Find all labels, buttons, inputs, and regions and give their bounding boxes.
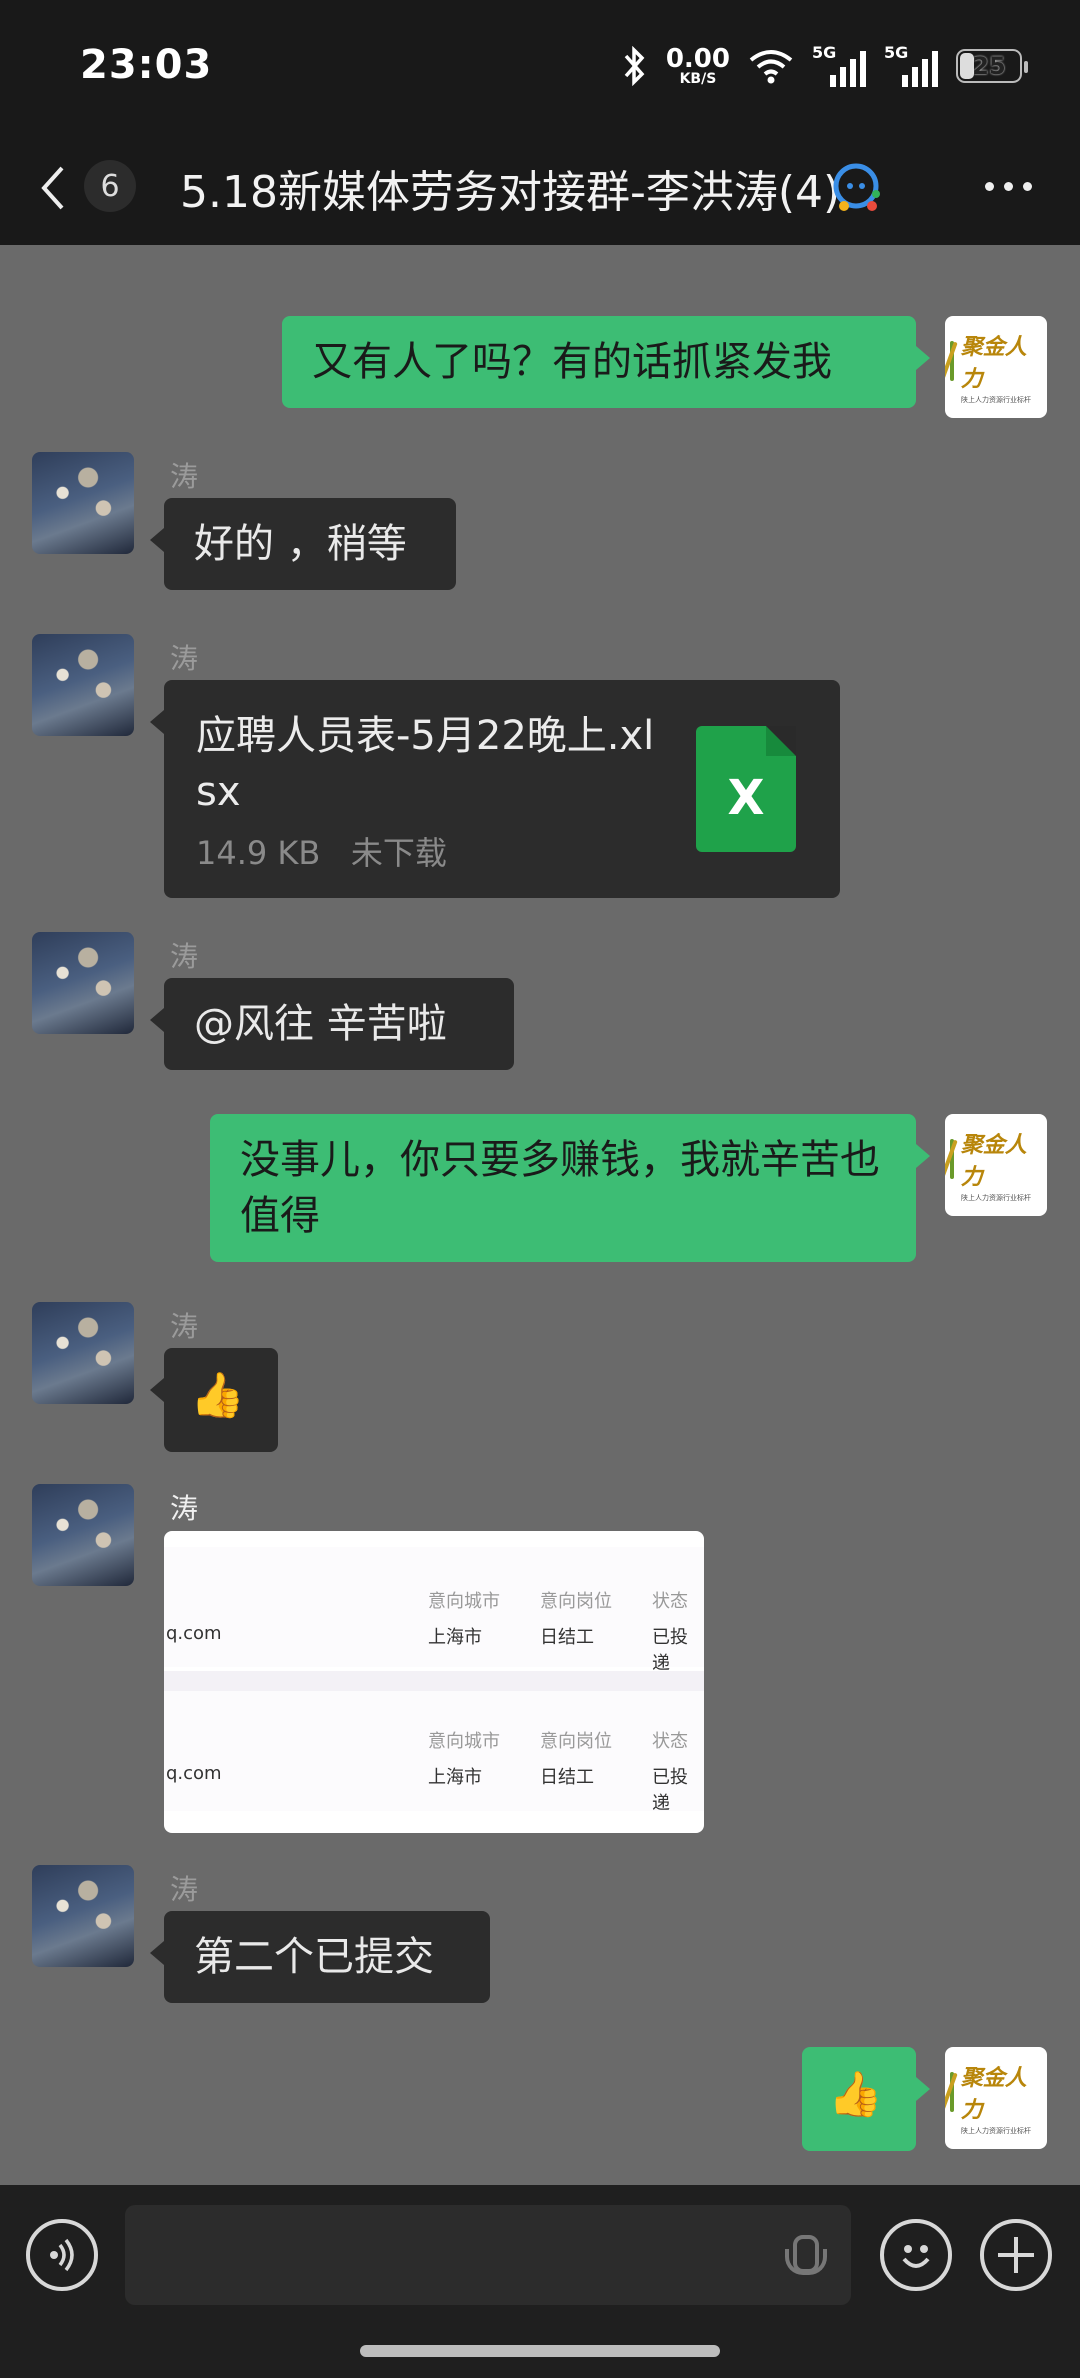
sender-name: 涛 bbox=[170, 940, 199, 973]
battery-icon: 25 bbox=[956, 49, 1028, 83]
chevron-left-icon bbox=[41, 166, 64, 210]
my-avatar[interactable]: 聚金人力 陕上人力资源行业标杆 bbox=[945, 316, 1047, 418]
home-indicator[interactable] bbox=[360, 2345, 720, 2357]
file-message-card[interactable]: 应聘人员表-5月22晚上.xlsx 14.9 KB 未下载 X bbox=[150, 680, 840, 898]
plus-icon bbox=[998, 2237, 1034, 2273]
thumbs-up-emoji-message[interactable]: 👍 bbox=[802, 2047, 930, 2151]
sender-avatar[interactable] bbox=[32, 932, 134, 1034]
image-row: 意向城市 意向岗位 状态 q.com 上海市 日结工 已投递 bbox=[164, 1547, 704, 1674]
file-name: 应聘人员表-5月22晚上.xlsx bbox=[196, 713, 655, 815]
sender-avatar[interactable] bbox=[32, 1302, 134, 1404]
message-bubble-in[interactable]: 第二个已提交 bbox=[150, 1911, 490, 2003]
dna-logo-icon bbox=[945, 2072, 959, 2112]
chat-header: 6 5.18新媒体劳务对接群-李洪涛(4) bbox=[0, 130, 1080, 245]
bluetooth-icon bbox=[624, 46, 645, 86]
voice-icon bbox=[50, 2238, 74, 2272]
voice-mode-button[interactable] bbox=[26, 2219, 98, 2291]
image-row: 意向城市 意向岗位 状态 q.com 上海市 日结工 已投递 bbox=[164, 1691, 704, 1814]
dna-logo-icon bbox=[945, 1139, 959, 1179]
dna-logo-icon bbox=[945, 341, 959, 381]
sender-name: 涛 bbox=[170, 642, 199, 675]
excel-file-icon: X bbox=[696, 726, 796, 852]
my-avatar[interactable]: 聚金人力 陕上人力资源行业标杆 bbox=[945, 2047, 1047, 2149]
chat-title: 5.18新媒体劳务对接群-李洪涛(4) bbox=[180, 167, 841, 218]
message-bubble-out[interactable]: 没事儿，你只要多赚钱，我就辛苦也值得 bbox=[210, 1114, 930, 1262]
message-bubble-in[interactable]: @风往 辛苦啦 bbox=[150, 978, 514, 1070]
sender-name: 涛 bbox=[170, 1873, 199, 1906]
smiley-icon bbox=[902, 2245, 930, 2268]
sender-avatar[interactable] bbox=[32, 1484, 134, 1586]
sender-avatar[interactable] bbox=[32, 452, 134, 554]
sender-avatar[interactable] bbox=[32, 1865, 134, 1967]
image-message[interactable]: 意向城市 意向岗位 状态 q.com 上海市 日结工 已投递 意向城市 意向岗位… bbox=[164, 1531, 704, 1833]
my-avatar[interactable]: 聚金人力 陕上人力资源行业标杆 bbox=[945, 1114, 1047, 1216]
signal-icon-sim1: 5G bbox=[812, 43, 866, 89]
file-download-status: 未下载 bbox=[350, 834, 447, 872]
message-input[interactable] bbox=[125, 2205, 851, 2305]
chat-area[interactable]: 又有人了吗？有的话抓紧发我 聚金人力 陕上人力资源行业标杆 涛 好的 ，稍等 涛… bbox=[0, 245, 1080, 2185]
microphone-icon[interactable] bbox=[783, 2235, 827, 2281]
wifi-icon bbox=[749, 50, 793, 84]
more-options-button[interactable] bbox=[985, 182, 1032, 191]
sender-name: 涛 bbox=[170, 1492, 199, 1525]
status-time: 23:03 bbox=[80, 42, 213, 88]
status-bar: 23:03 0.00 KB/S 5G 5G 25 bbox=[0, 0, 1080, 130]
thumbs-up-emoji-message[interactable]: 👍 bbox=[150, 1348, 278, 1452]
emoji-button[interactable] bbox=[880, 2219, 952, 2291]
file-meta: 14.9 KB 未下载 bbox=[196, 828, 447, 874]
qq-group-icon bbox=[833, 163, 880, 211]
sender-name: 涛 bbox=[170, 460, 199, 493]
message-bubble-out[interactable]: 又有人了吗？有的话抓紧发我 bbox=[282, 316, 930, 408]
net-speed: 0.00 KB/S bbox=[665, 44, 730, 87]
sender-name: 涛 bbox=[170, 1310, 199, 1343]
more-actions-button[interactable] bbox=[980, 2219, 1052, 2291]
message-bubble-in[interactable]: 好的 ，稍等 bbox=[150, 498, 456, 590]
file-size: 14.9 KB bbox=[196, 834, 321, 872]
sender-avatar[interactable] bbox=[32, 634, 134, 736]
signal-icon-sim2: 5G bbox=[884, 43, 938, 89]
unread-count-badge[interactable]: 6 bbox=[84, 160, 136, 212]
